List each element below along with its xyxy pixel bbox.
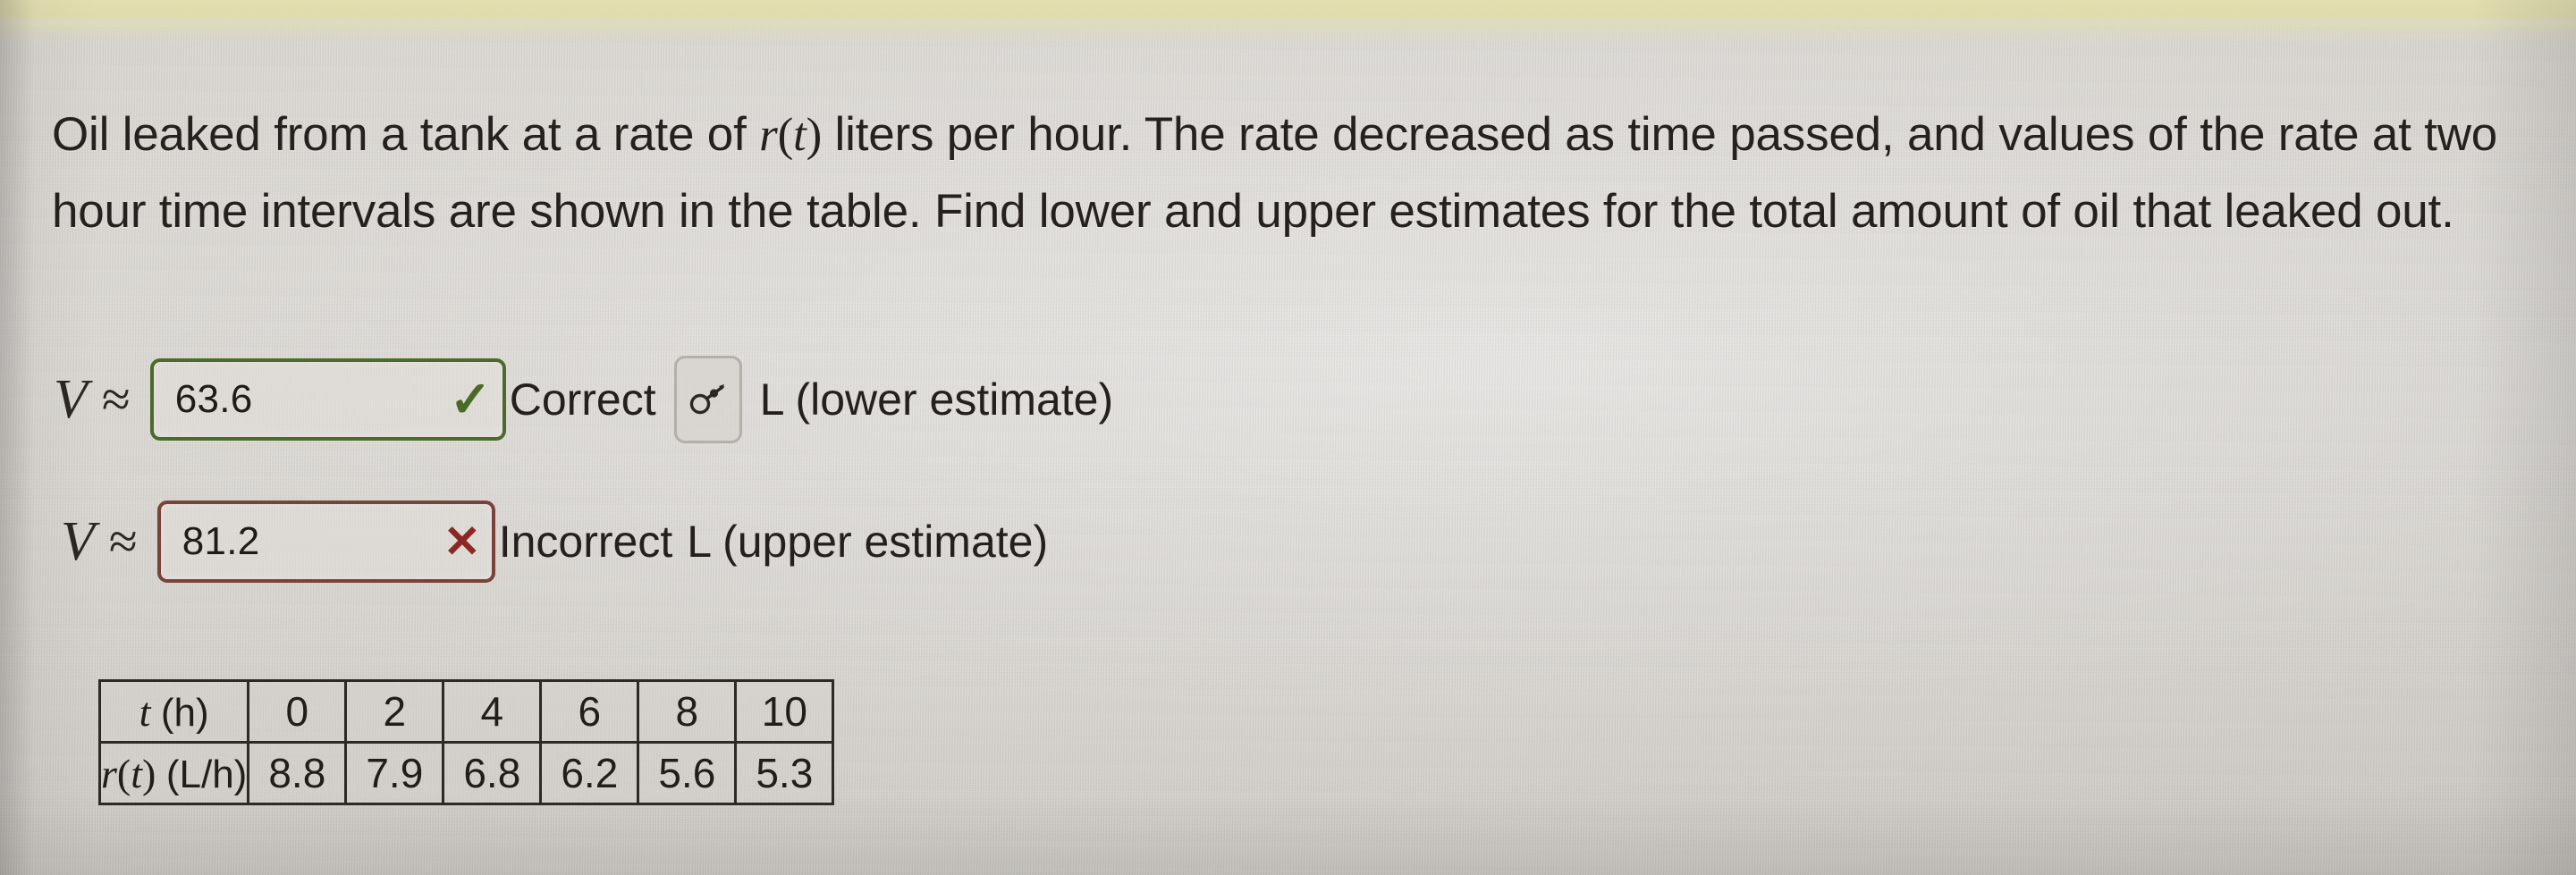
problem-statement: Oil leaked from a tank at a rate of r(t)… [52,97,2576,250]
table-cell-t-2: 4 [442,679,543,744]
approx-symbol-lower: ≈ [101,370,131,428]
table-row-time: t (h) 0 2 4 6 8 10 [97,679,835,744]
time-unit: (h) [160,690,209,735]
screenshot-root: Oil leaked from a tank at a rate of r(t)… [0,0,2576,875]
math-r: r [759,109,778,161]
math-t-arg: t [131,750,143,796]
table-cell-r-0: 8.8 [247,741,348,805]
cross-mark-icon: ✕ [443,517,481,567]
approx-symbol-upper: ≈ [108,512,138,570]
table-cell-r-1: 7.9 [344,741,445,805]
lower-estimate-unit-label: L (lower estimate) [759,374,1114,425]
check-mark-icon: ✓ [449,371,492,427]
table-cell-t-1: 2 [344,679,445,744]
math-r-of-t: r(t) [759,109,823,161]
lower-estimate-value: 63.6 [174,377,253,421]
rate-data-table: t (h) 0 2 4 6 8 10 r(t) (L/h) 8.8 7.9 6.… [97,679,835,805]
math-t: t [793,109,807,161]
answer-row-upper-estimate: V ≈ 81.2 ✕ Incorrect L (upper estimate) [61,501,1048,583]
upper-estimate-input[interactable]: 81.2 ✕ [156,501,495,583]
lower-estimate-verdict: Correct [509,374,656,425]
top-strip-fade [0,23,2576,43]
volume-symbol-lower: V [54,369,88,430]
row-label-time: t (h) [97,679,250,744]
table-cell-r-3: 6.2 [539,741,640,805]
table-cell-t-0: 0 [247,679,348,744]
answer-row-lower-estimate: V ≈ 63.6 ✓ Correct L (lower estimate) [54,356,1113,443]
table-cell-t-5: 10 [734,679,835,744]
table-cell-t-3: 6 [539,679,640,744]
rate-unit: (L/h) [165,752,248,796]
upper-estimate-value: 81.2 [182,519,260,563]
problem-text-part-1: Oil leaked from a tank at a rate of [52,108,760,161]
key-icon-button[interactable] [673,356,742,443]
lower-estimate-input[interactable]: 63.6 ✓ [149,358,506,441]
math-r-var: r [101,750,117,796]
table-cell-r-4: 5.6 [637,741,738,805]
table-row-rate: r(t) (L/h) 8.8 7.9 6.8 6.2 5.6 5.3 [97,741,835,805]
table-cell-r-5: 5.3 [734,741,835,805]
key-icon [688,383,728,416]
row-label-rate: r(t) (L/h) [97,741,250,805]
volume-symbol-upper: V [61,511,95,572]
upper-estimate-verdict: Incorrect [498,517,673,567]
math-t-var: t [139,688,151,735]
table-cell-r-2: 6.8 [442,741,543,805]
table-cell-t-4: 8 [637,679,738,744]
upper-estimate-unit-label: L (upper estimate) [687,517,1049,567]
